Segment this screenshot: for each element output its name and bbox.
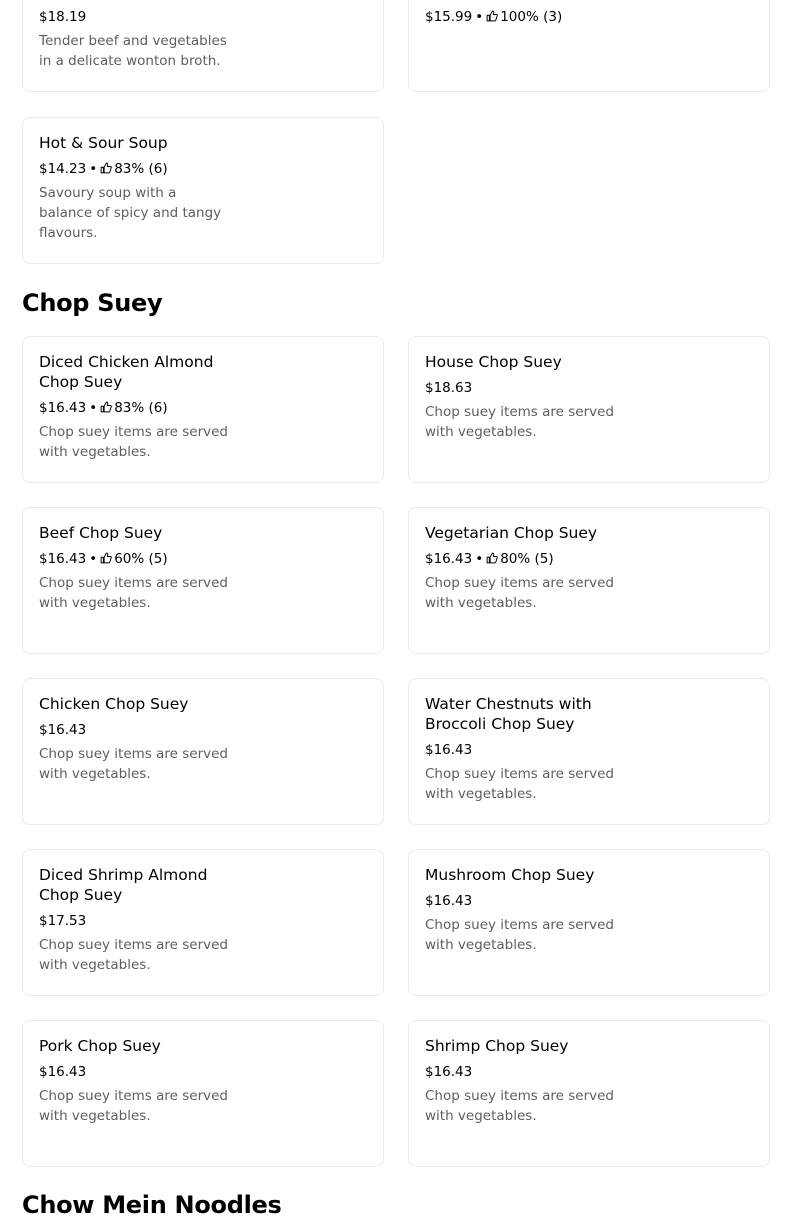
- menu-item-card[interactable]: House Chop Suey $18.63 Chop suey items a…: [408, 336, 770, 483]
- item-rating: 80% (5): [500, 551, 554, 567]
- item-price: $18.19: [39, 9, 87, 25]
- item-description: Chop suey items are served with vegetabl…: [425, 1088, 614, 1124]
- menu-item-card[interactable]: Diced Shrimp Almond Chop Suey $17.53 Cho…: [22, 849, 384, 996]
- item-name: Vegetarian Chop Suey: [425, 524, 598, 542]
- item-name: Shrimp Chop Suey: [425, 1037, 569, 1055]
- item-description: Chop suey items are served with vegetabl…: [39, 937, 228, 973]
- item-price: $16.43: [425, 893, 473, 909]
- item-price: $16.43: [425, 1064, 473, 1080]
- item-price: $16.43: [425, 551, 473, 567]
- item-description: Chop suey items are served with vegetabl…: [39, 575, 228, 611]
- menu-item-card[interactable]: Diced Chicken Almond Chop Suey $16.43 • 83…: [22, 336, 384, 483]
- menu-item-card[interactable]: $15.99 • 100% (3): [408, 0, 770, 92]
- item-name: Pork Chop Suey: [39, 1037, 161, 1055]
- item-name: Hot & Sour Soup: [39, 134, 168, 152]
- item-price-rating: $16.43 • 60% (5): [39, 551, 168, 567]
- item-price-rating: $16.43 • 83% (6): [39, 400, 168, 416]
- item-price: $16.43: [39, 722, 87, 738]
- item-name: Diced Shrimp Almond Chop Suey: [39, 866, 208, 904]
- item-name: Chicken Chop Suey: [39, 695, 189, 713]
- item-description: Savoury soup with a balance of spicy and…: [39, 185, 222, 241]
- thumbs-up-icon: [100, 162, 113, 174]
- item-rating: 83% (6): [114, 161, 168, 177]
- item-description: Chop suey items are served with vegetabl…: [39, 1088, 228, 1124]
- item-description: Chop suey items are served with vegetabl…: [425, 917, 614, 953]
- section-title: Chow Mein Noodles: [22, 1191, 282, 1219]
- item-rating: 83% (6): [114, 400, 168, 416]
- item-description: Chop suey items are served with vegetabl…: [425, 575, 614, 611]
- item-description: Chop suey items are served with vegetabl…: [39, 746, 228, 782]
- item-price-rating: $14.23 • 83% (6): [39, 161, 168, 177]
- item-name: Water Chestnuts with Broccoli Chop Suey: [425, 695, 592, 733]
- menu-item-card[interactable]: Chicken Chop Suey $16.43 Chop suey items…: [22, 678, 384, 825]
- menu-item-card[interactable]: Vegetarian Chop Suey $16.43 • 80% (5) Chop…: [408, 507, 770, 654]
- item-rating: 60% (5): [114, 551, 168, 567]
- menu-item-card[interactable]: Pork Chop Suey $16.43 Chop suey items ar…: [22, 1020, 384, 1167]
- item-price: $14.23: [39, 161, 87, 177]
- section-title: Chop Suey: [22, 289, 163, 317]
- item-price-rating: $16.43 • 80% (5): [425, 551, 554, 567]
- item-price: $17.53: [39, 913, 87, 929]
- thumbs-up-icon: [100, 401, 113, 413]
- menu-item-card[interactable]: Beef Chop Suey $16.43 • 60% (5) Chop suey …: [22, 507, 384, 654]
- menu-item-card[interactable]: Shrimp Chop Suey $16.43 Chop suey items …: [408, 1020, 770, 1167]
- thumbs-up-icon: [100, 552, 113, 564]
- item-price: $16.43: [39, 551, 87, 567]
- item-description: Chop suey items are served with vegetabl…: [425, 404, 614, 440]
- item-price: $16.43: [425, 742, 473, 758]
- item-description: Chop suey items are served with vegetabl…: [425, 766, 614, 802]
- item-price-rating: $15.99 • 100% (3): [425, 9, 563, 25]
- item-price: $16.43: [39, 400, 87, 416]
- menu-item-card[interactable]: Hot & Sour Soup $14.23 • 83% (6) Savoury s…: [22, 117, 384, 264]
- item-price: $16.43: [39, 1064, 87, 1080]
- item-name: House Chop Suey: [425, 353, 562, 371]
- thumbs-up-icon: [486, 10, 499, 22]
- item-name: Mushroom Chop Suey: [425, 866, 595, 884]
- menu-item-card[interactable]: $18.19 Tender beef and vegetables in a d…: [22, 0, 384, 92]
- item-description: Chop suey items are served with vegetabl…: [39, 424, 228, 460]
- item-description: Tender beef and vegetables in a delicate…: [39, 33, 227, 69]
- item-price: $15.99: [425, 9, 473, 25]
- item-name: Beef Chop Suey: [39, 524, 163, 542]
- item-price: $18.63: [425, 380, 473, 396]
- item-name: Diced Chicken Almond Chop Suey: [39, 353, 214, 391]
- item-rating: 100% (3): [500, 9, 563, 25]
- thumbs-up-icon: [486, 552, 499, 564]
- menu-item-card[interactable]: Water Chestnuts with Broccoli Chop Suey …: [408, 678, 770, 825]
- menu-item-card[interactable]: Mushroom Chop Suey $16.43 Chop suey item…: [408, 849, 770, 996]
